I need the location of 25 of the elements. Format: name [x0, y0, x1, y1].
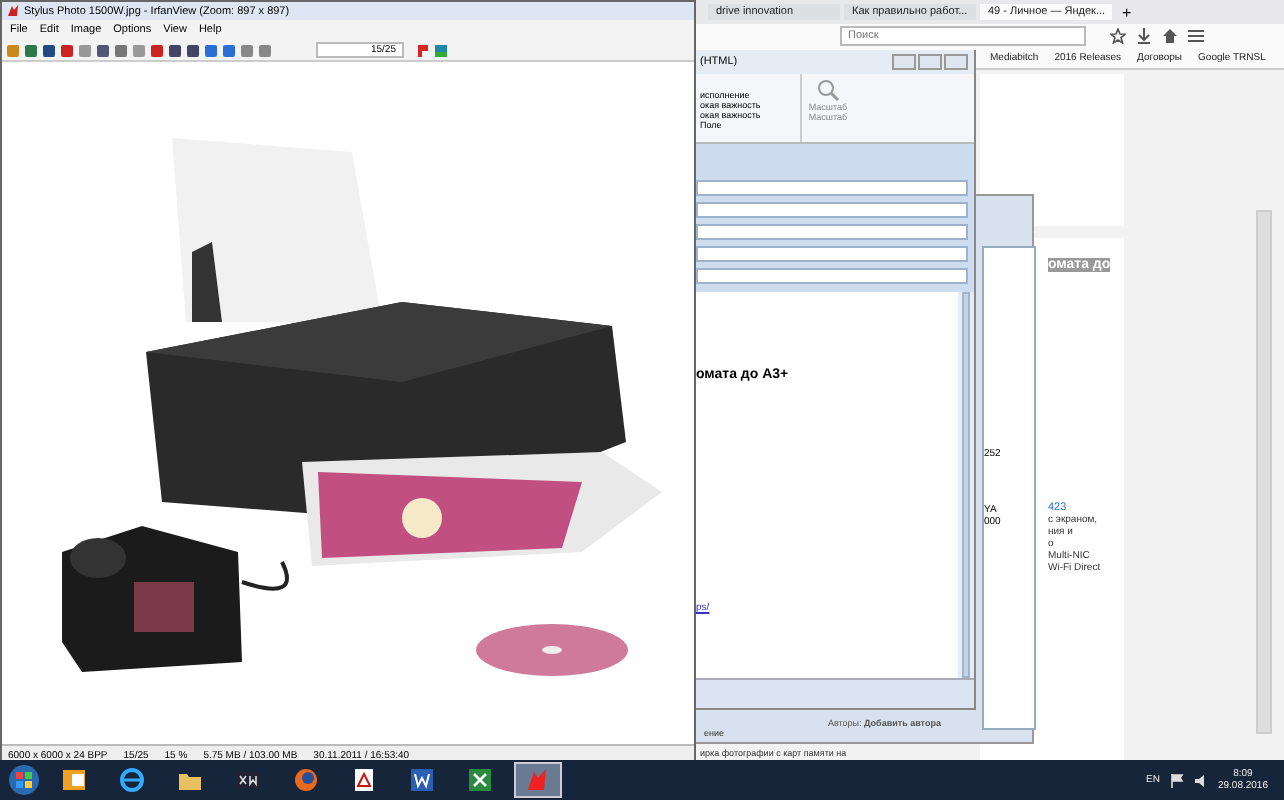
new-tab-button[interactable]: +	[1116, 3, 1138, 21]
document-icon	[352, 768, 376, 792]
speaker-icon[interactable]	[1193, 773, 1208, 787]
scrollbar[interactable]	[1256, 210, 1272, 734]
envelope-icon	[62, 768, 86, 792]
globe-fox-icon	[294, 768, 318, 792]
x-spreadsheet-icon	[468, 768, 492, 792]
header-field[interactable]	[696, 268, 968, 284]
start-button[interactable]	[8, 764, 40, 796]
image-icon[interactable]	[434, 43, 448, 57]
w-document-icon	[410, 768, 434, 792]
browser-e-icon	[120, 768, 144, 792]
radio-app-icon	[236, 768, 260, 792]
download-icon[interactable]	[1136, 28, 1152, 44]
home-icon[interactable]	[1162, 28, 1178, 44]
flag-icon[interactable]	[1169, 773, 1184, 787]
scrollbar[interactable]	[962, 292, 970, 678]
header-field[interactable]	[696, 224, 968, 240]
header-field[interactable]	[696, 180, 968, 196]
header-field[interactable]	[696, 246, 968, 262]
star-icon[interactable]	[1110, 28, 1126, 44]
p-icon[interactable]	[416, 43, 430, 57]
header-field[interactable]	[696, 202, 968, 218]
magnifier-icon[interactable]	[816, 78, 840, 102]
menu-icon[interactable]	[1188, 28, 1204, 44]
